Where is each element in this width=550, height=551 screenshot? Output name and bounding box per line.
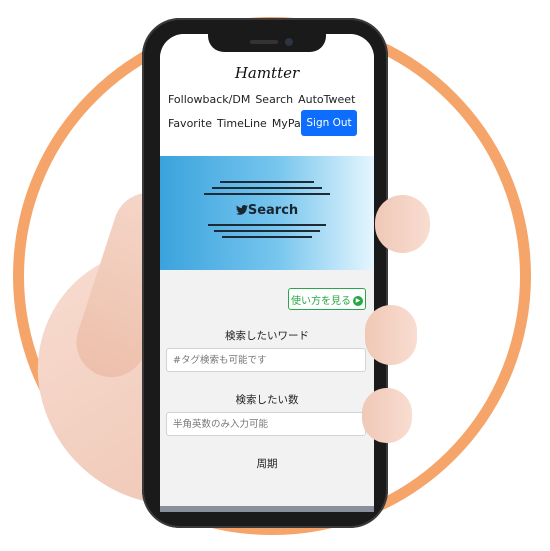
banner-line: [204, 193, 330, 195]
banner-title-text: Search: [247, 203, 299, 218]
banner-line: [214, 230, 320, 232]
nav-item-autotweet[interactable]: AutoTweet: [298, 93, 355, 106]
nav-row-1: Followback/DM Search AutoTweet: [168, 93, 360, 106]
nav-item-timeline[interactable]: TimeLine: [217, 117, 267, 130]
count-input[interactable]: [166, 412, 366, 436]
phone-screen: Hamtter Followback/DM Search AutoTweet Fav…: [160, 34, 374, 512]
app-header: Hamtter Followback/DM Search AutoTweet Fav…: [160, 34, 374, 156]
how-to-use-button[interactable]: 使い方を見る ▶: [288, 288, 366, 310]
hand-finger: [362, 388, 412, 443]
phone-camera: [285, 38, 293, 46]
twitter-bird-icon: [235, 205, 248, 215]
period-select-edge[interactable]: [160, 506, 374, 512]
banner-line: [220, 181, 314, 183]
hand-finger: [365, 305, 417, 365]
banner-line: [208, 224, 326, 226]
nav-row-2: Favorite TimeLine MyPage: [168, 117, 319, 130]
count-label: 検索したい数: [235, 394, 299, 406]
hand-finger: [375, 195, 430, 253]
search-banner: Search: [160, 156, 374, 270]
play-icon: ▶: [353, 295, 363, 306]
banner-line: [222, 236, 312, 238]
nav-item-followback-dm[interactable]: Followback/DM: [168, 93, 250, 106]
phone-speaker: [250, 40, 278, 44]
how-to-use-label: 使い方を見る: [291, 295, 351, 307]
brand-logo[interactable]: Hamtter: [160, 64, 374, 82]
keyword-label: 検索したいワード: [225, 330, 309, 342]
search-form: 使い方を見る▶ 検索したいワード 検索したい数 周期: [160, 270, 374, 512]
nav-item-search[interactable]: Search: [255, 93, 293, 106]
nav-item-favorite[interactable]: Favorite: [168, 117, 212, 130]
banner-title: Search: [160, 203, 374, 218]
period-label: 周期: [256, 458, 278, 470]
keyword-input[interactable]: [166, 348, 366, 372]
banner-line: [212, 187, 322, 189]
sign-out-button[interactable]: Sign Out: [301, 110, 357, 136]
